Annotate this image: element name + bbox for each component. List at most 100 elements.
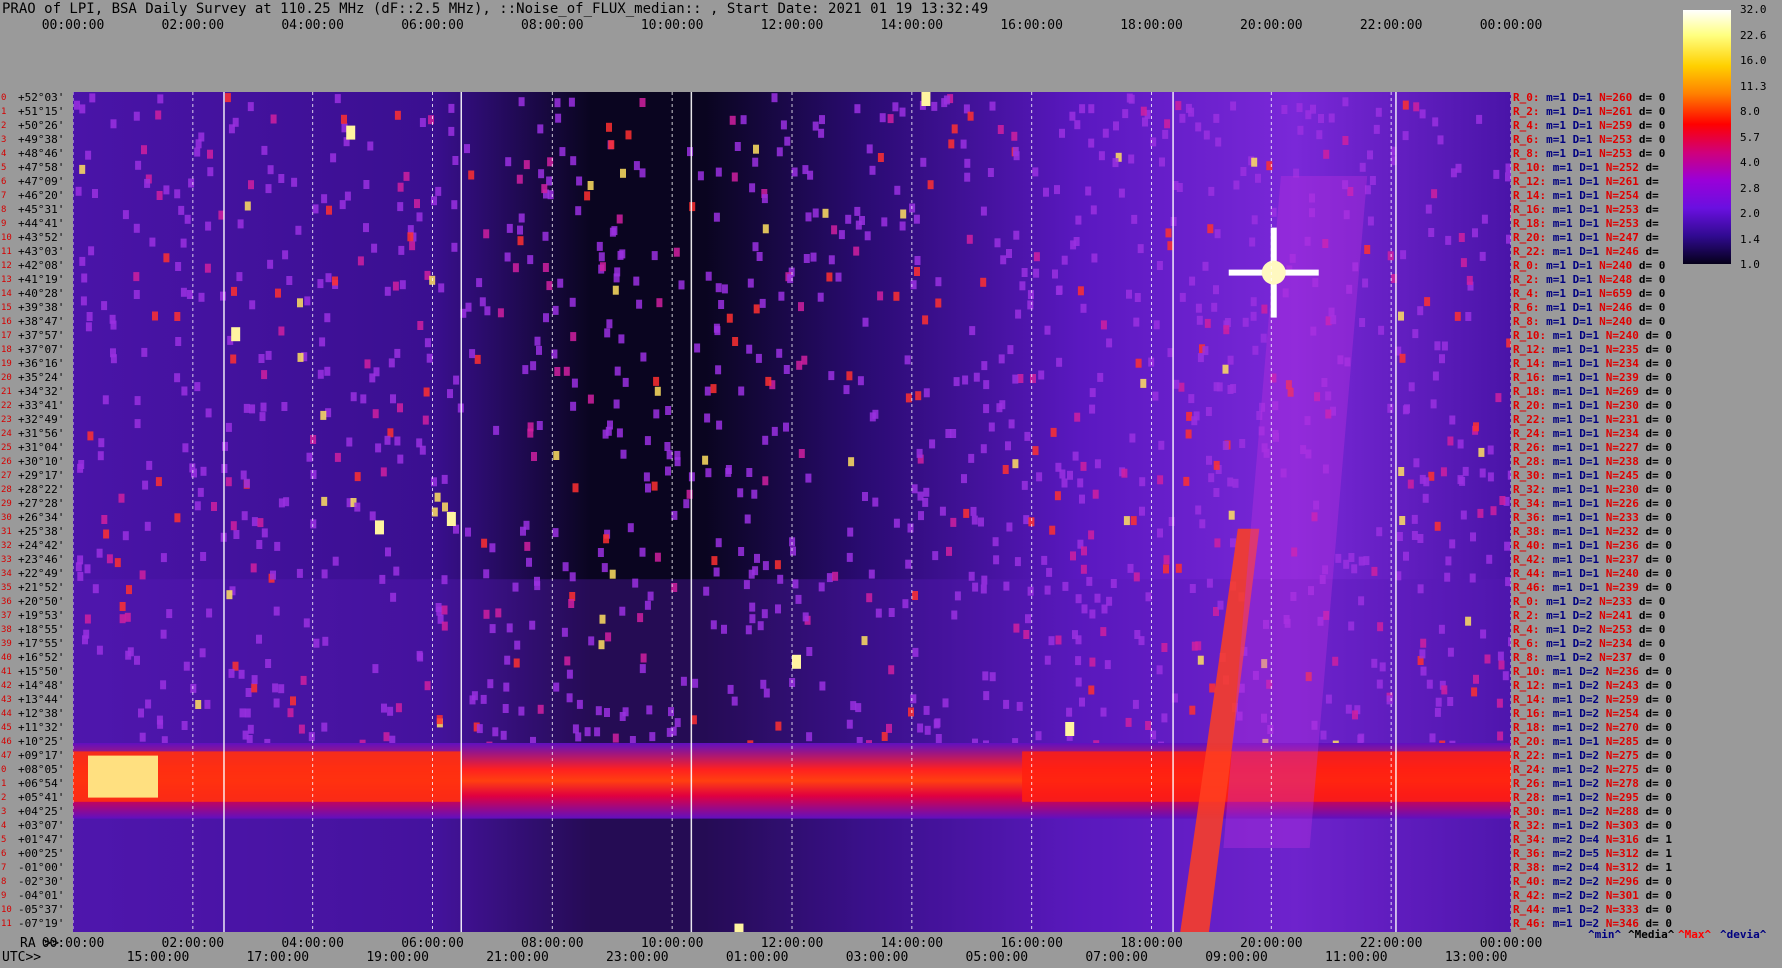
- utc-tick-label: 01:00:00: [725, 950, 789, 965]
- noise-pixel: [84, 614, 91, 624]
- noise-pixel: [1417, 306, 1424, 316]
- noise-pixel: [74, 100, 80, 110]
- row-stat-dev: d= 1: [1638, 847, 1672, 860]
- noise-pixel: [398, 245, 405, 255]
- noise-pixel: [620, 449, 627, 459]
- ra-tick-label: 16:00:00: [1000, 936, 1063, 951]
- row-stat: R_12: m=1 D=2 N=243 d= 0: [1513, 680, 1672, 692]
- noise-pixel: [598, 640, 605, 650]
- row-stat-dev: d=: [1638, 189, 1659, 202]
- utc-tick-label: 17:00:00: [246, 950, 310, 965]
- noise-pixel: [1357, 734, 1364, 744]
- noise-pixel: [776, 147, 783, 157]
- noise-pixel: [246, 735, 253, 744]
- row-stat-name: R_28:: [1513, 455, 1547, 468]
- row-index-label: 9: [1, 219, 7, 229]
- noise-pixel: [1323, 149, 1330, 159]
- noise-pixel: [211, 502, 217, 511]
- row-stat-n: N=253: [1599, 217, 1639, 230]
- noise-pixel: [1161, 713, 1168, 723]
- noise-pixel: [1070, 551, 1076, 561]
- row-stat-m: m=1: [1546, 525, 1573, 538]
- row-index-label: 0: [1, 765, 7, 775]
- row-index-label: 45: [1, 723, 12, 733]
- row-stat-d: D=1: [1572, 567, 1600, 580]
- noise-pixel: [310, 519, 317, 529]
- noise-pixel: [913, 214, 920, 224]
- declination-label: +24°42': [18, 539, 65, 552]
- noise-pixel: [1189, 276, 1196, 286]
- noise-pixel: [1106, 596, 1113, 606]
- declination-label: +10°25': [18, 735, 65, 748]
- row-stat-name: R_16:: [1513, 371, 1547, 384]
- noise-pixel: [1140, 106, 1147, 116]
- row-stat-d: D=1: [1572, 413, 1600, 426]
- noise-pixel: [1088, 685, 1095, 695]
- noise-pixel: [1413, 458, 1420, 468]
- row-stat-d: D=1: [1572, 441, 1600, 454]
- row-stat: R_16: m=1 D=1 N=239 d= 0: [1513, 372, 1672, 384]
- row-stat-m: m=1: [1546, 413, 1573, 426]
- row-stat-n: N=246: [1592, 301, 1633, 314]
- row-stat-m: m=1: [1539, 637, 1566, 650]
- noise-pixel: [198, 292, 205, 302]
- noise-pixel: [1403, 551, 1409, 561]
- noise-pixel: [1046, 567, 1053, 577]
- noise-pixel: [200, 552, 207, 561]
- row-stat-m: m=1: [1546, 483, 1573, 496]
- noise-pixel: [604, 708, 610, 717]
- noise-pixel: [1061, 478, 1068, 488]
- noise-pixel: [1342, 136, 1349, 145]
- noise-pixel: [862, 492, 868, 501]
- noise-pixel: [1499, 496, 1506, 505]
- noise-pixel: [1359, 162, 1366, 172]
- noise-pixel: [416, 212, 423, 222]
- noise-pixel: [1404, 404, 1410, 414]
- noise-pixel: [716, 420, 723, 430]
- top-tick-label: 20:00:00: [1240, 18, 1303, 33]
- noise-pixel: [505, 157, 512, 167]
- row-stat-d: D=2: [1572, 763, 1600, 776]
- noise-pixel: [847, 527, 854, 537]
- row-stat-d: D=1: [1572, 525, 1600, 538]
- row-stat-dev: d= 0: [1638, 427, 1672, 440]
- ra-tick-label: 18:00:00: [1120, 936, 1183, 951]
- noise-pixel: [762, 476, 769, 486]
- row-stat-m: m=1: [1539, 105, 1566, 118]
- noise-pixel: [828, 371, 835, 381]
- noise-pixel: [597, 548, 604, 557]
- point-source: [1065, 722, 1075, 736]
- noise-pixel: [380, 467, 387, 477]
- noise-pixel: [238, 669, 245, 679]
- noise-pixel: [514, 640, 521, 650]
- declination-label: +21°52': [18, 581, 65, 594]
- noise-pixel: [1437, 135, 1444, 145]
- noise-pixel: [604, 328, 611, 338]
- noise-pixel: [1032, 167, 1039, 177]
- declination-label: +46°20': [18, 189, 65, 202]
- row-stat-m: m=1: [1546, 791, 1573, 804]
- row-stat-m: m=1: [1546, 371, 1573, 384]
- top-tick-label: 16:00:00: [1000, 18, 1063, 33]
- row-stat-d: D=1: [1572, 735, 1600, 748]
- noise-pixel: [1227, 477, 1234, 487]
- noise-pixel: [704, 386, 711, 396]
- noise-pixel: [1208, 186, 1215, 196]
- noise-pixel: [726, 313, 733, 323]
- noise-pixel: [1128, 154, 1135, 164]
- noise-pixel: [664, 442, 671, 451]
- noise-pixel: [587, 394, 594, 404]
- noise-pixel: [749, 614, 756, 624]
- row-stat-dev: d= 0: [1638, 763, 1672, 776]
- noise-pixel: [704, 413, 711, 423]
- top-tick-label: 22:00:00: [1359, 18, 1423, 33]
- noise-pixel: [1432, 371, 1439, 381]
- noise-pixel: [1067, 470, 1073, 480]
- noise-pixel: [645, 483, 651, 493]
- noise-pixel: [762, 435, 769, 445]
- row-stat-d: D=2: [1566, 623, 1593, 636]
- noise-pixel: [453, 524, 459, 534]
- declination-label: +01°47': [18, 833, 65, 846]
- row-stat-d: D=2: [1572, 889, 1600, 902]
- noise-pixel: [1230, 101, 1237, 111]
